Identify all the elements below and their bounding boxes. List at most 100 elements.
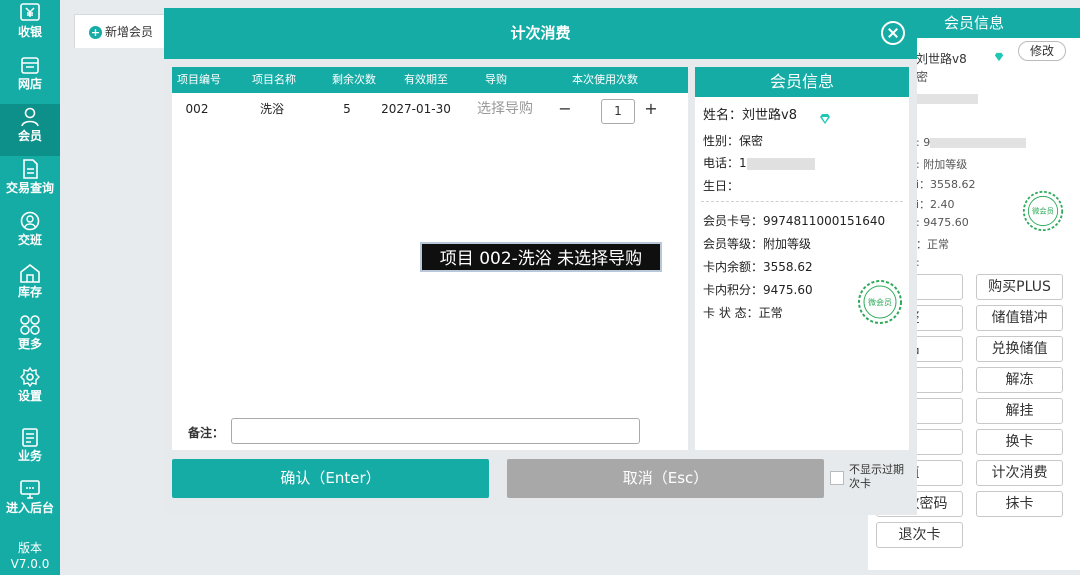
wipe-card-button[interactable]: 抹卡: [976, 491, 1063, 517]
sidebar-item-member[interactable]: 会员: [0, 104, 60, 156]
column-header: 本次使用次数: [572, 73, 638, 86]
column-header: 导购: [485, 73, 507, 86]
sidebar-item-store[interactable]: 网店: [0, 52, 60, 104]
note-input[interactable]: [231, 418, 640, 444]
table-row[interactable]: 002 洗浴 5 2027-01-30 选择导购 − 1 +: [172, 93, 688, 125]
info-mask: [916, 92, 978, 105]
validation-tooltip: 项目 002-洗浴 未选择导购: [420, 242, 662, 272]
sidebar-item-cashier[interactable]: 收银: [0, 0, 60, 52]
version-label: 版本: [17, 541, 42, 555]
refund-times-card-button[interactable]: 退次卡: [876, 522, 963, 548]
times-consume-dialog: 计次消费 项目编号 项目名称 剩余次数 有效期至 导购 本次使用次数 002 洗…: [164, 8, 917, 515]
column-header: 有效期至: [404, 73, 448, 86]
dialog-title: 计次消费: [510, 24, 571, 42]
member-stamp-icon: 微会员: [858, 280, 902, 324]
svg-text:微会员: 微会员: [1032, 207, 1054, 216]
cancel-loss-button[interactable]: 解挂: [976, 398, 1063, 424]
use-times-input[interactable]: 1: [601, 99, 635, 124]
dialog-header: 计次消费: [164, 8, 917, 59]
member-balance: 卡内余额：3558.62: [703, 260, 813, 274]
project-name: 洗浴: [259, 102, 284, 116]
project-code: 002: [185, 102, 209, 116]
version-info: 版本 V7.0.0: [0, 540, 60, 572]
decrement-button[interactable]: −: [557, 93, 573, 125]
info-line: : 9: [916, 136, 1027, 149]
redeem-stored-value-button[interactable]: 兑换储值: [976, 336, 1063, 362]
member-name: 刘世路v8: [916, 52, 967, 66]
member-name: 姓名：刘世路v8: [703, 108, 797, 123]
member-card-status: 卡 状 态：正常: [703, 306, 783, 320]
diamond-icon: [820, 114, 830, 124]
table-header: 项目编号 项目名称 剩余次数 有效期至 导购 本次使用次数: [172, 67, 688, 93]
member-phone: 电话：1: [703, 154, 815, 171]
handover-icon: [20, 211, 40, 231]
increment-button[interactable]: +: [643, 93, 659, 125]
remaining-times: 5: [343, 102, 351, 116]
replace-card-button[interactable]: 换卡: [976, 429, 1063, 455]
grid-icon: [20, 315, 40, 335]
member-card-number: 会员卡号：9974811000151640: [703, 214, 886, 228]
member-stamp-icon: 微会员: [1022, 190, 1064, 232]
main-sidebar: 收银 网店 会员 交易查询 交班 库存 更多 设置 业务 进入后台 版本 V7.…: [0, 0, 60, 575]
column-header: 项目名称: [252, 73, 296, 86]
info-line: i：2.40: [916, 198, 955, 211]
member-birthday: 生日：: [703, 179, 740, 193]
cancel-button[interactable]: 取消（Esc）: [507, 459, 824, 498]
sidebar-item-business[interactable]: 业务: [0, 424, 60, 476]
buy-plus-button[interactable]: 购买PLUS: [976, 274, 1063, 300]
svg-text:微会员: 微会员: [868, 297, 892, 307]
diamond-icon: [994, 52, 1004, 62]
sidebar-item-label: 更多: [17, 337, 42, 351]
sidebar-item-backend[interactable]: 进入后台: [0, 476, 60, 528]
user-icon: [21, 107, 39, 127]
confirm-button[interactable]: 确认（Enter）: [172, 459, 489, 498]
sidebar-item-handover[interactable]: 交班: [0, 208, 60, 260]
unfreeze-button[interactable]: 解冻: [976, 367, 1063, 393]
sidebar-item-label: 设置: [17, 389, 42, 403]
gear-icon: [20, 366, 40, 388]
times-consume-button[interactable]: 计次消费: [976, 460, 1063, 486]
hide-expired-label: 不显示过期次卡: [849, 463, 904, 490]
sidebar-item-label: 库存: [17, 285, 42, 299]
sidebar-item-label: 会员: [17, 129, 42, 143]
sidebar-item-label: 收银: [17, 25, 42, 39]
divider: [701, 201, 903, 202]
sidebar-item-transactions[interactable]: 交易查询: [0, 156, 60, 208]
member-gender: 性别：保密: [703, 134, 764, 148]
sidebar-item-more[interactable]: 更多: [0, 312, 60, 364]
store-icon: [21, 57, 39, 74]
member-info-title: 会员信息: [695, 67, 909, 97]
info-line: : 附加等级: [916, 158, 968, 171]
column-header: 项目编号: [177, 73, 221, 86]
sidebar-item-label: 交班: [17, 233, 42, 247]
sidebar-item-label: 业务: [17, 449, 42, 463]
hide-expired-checkbox[interactable]: [830, 471, 844, 485]
document-icon: [23, 159, 38, 179]
sidebar-item-inventory[interactable]: 库存: [0, 260, 60, 312]
expiry-date: 2027-01-30: [381, 102, 451, 116]
clipboard-icon: [22, 428, 38, 447]
version-number: V7.0.0: [10, 557, 50, 571]
column-header: 剩余次数: [332, 73, 376, 86]
sidebar-item-label: 网店: [17, 77, 42, 91]
stored-value-reversal-button[interactable]: 储值错冲: [976, 305, 1063, 331]
note-label: 备注：: [188, 426, 225, 440]
member-level: 会员等级：附加等级: [703, 237, 812, 251]
info-line: 密: [916, 70, 929, 84]
tab-label: 新增会员: [105, 25, 154, 39]
member-points: 卡内积分：9475.60: [703, 283, 813, 297]
sidebar-item-label: 进入后台: [5, 501, 54, 515]
sidebar-item-label: 交易查询: [5, 181, 54, 195]
monitor-icon: [20, 480, 40, 499]
sidebar-item-settings[interactable]: 设置: [0, 364, 60, 416]
select-guide-link[interactable]: 选择导购: [472, 93, 538, 125]
member-info-panel: 会员信息 姓名：刘世路v8 性别：保密 电话：1 生日： 会员卡号：997481…: [695, 67, 909, 450]
info-line: i：3558.62: [916, 178, 976, 191]
close-icon[interactable]: [881, 21, 905, 45]
tab-add-member[interactable]: + 新增会员: [74, 14, 170, 48]
warehouse-icon: [20, 263, 40, 283]
plus-icon: +: [89, 26, 102, 39]
info-line: ：正常: [916, 238, 949, 251]
info-line: : 9475.60: [916, 216, 969, 229]
edit-button[interactable]: 修改: [1018, 41, 1066, 61]
